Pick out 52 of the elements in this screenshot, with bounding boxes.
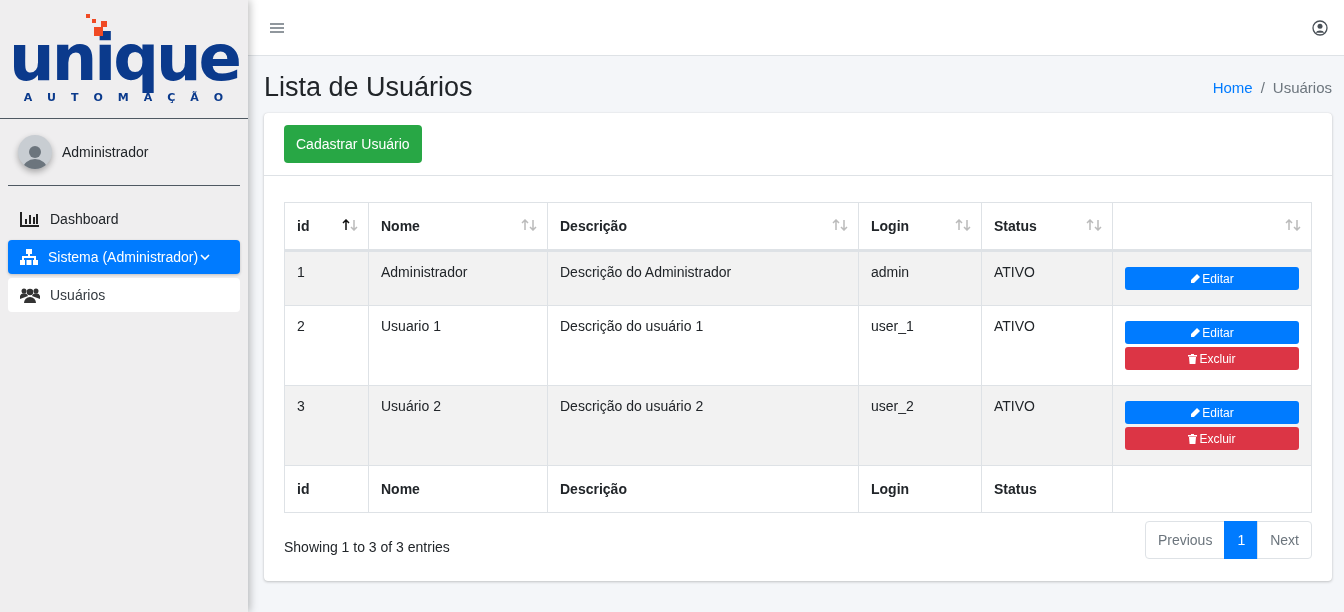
nav-item[interactable]: Dashboard: [8, 202, 240, 236]
table-cell: Descrição do usuário 1: [547, 305, 859, 386]
table-cell: 1: [284, 250, 369, 306]
delete-button[interactable]: Excluir: [1125, 427, 1299, 450]
entries-info: Showing 1 to 3 of 3 entries: [284, 538, 450, 555]
trash-icon: [1188, 433, 1198, 444]
chevron-down-icon: [200, 253, 211, 261]
sitemap-icon: [20, 249, 38, 265]
edit-button[interactable]: Editar: [1125, 321, 1299, 344]
pencil-icon: [1190, 273, 1201, 284]
table-cell: Descrição do Administrador: [547, 250, 859, 306]
table-cell: ATIVO: [981, 305, 1113, 386]
column-footer: Status: [981, 465, 1113, 513]
add-user-button[interactable]: Cadastrar Usuário: [284, 125, 422, 163]
sort-icon[interactable]: [342, 219, 358, 231]
users-icon: [20, 287, 40, 303]
breadcrumb-link[interactable]: Home: [1212, 79, 1253, 96]
table-cell: Administrador: [368, 250, 548, 306]
column-footer: id: [284, 465, 369, 513]
avatar-icon: [18, 135, 52, 169]
column-footer: Nome: [368, 465, 548, 513]
table-cell: user_2: [858, 385, 982, 466]
table-cell: admin: [858, 250, 982, 306]
breadcrumb-current: Usuários: [1272, 79, 1332, 96]
nav-item[interactable]: Sistema (Administrador): [8, 240, 240, 274]
edit-button[interactable]: Editar: [1125, 267, 1299, 290]
table-cell: 2: [284, 305, 369, 386]
trash-icon: [1188, 353, 1198, 364]
table-cell: Descrição do usuário 2: [547, 385, 859, 466]
bar-chart-icon: [20, 211, 40, 227]
table-cell: user_1: [858, 305, 982, 386]
user-icon[interactable]: [1312, 19, 1328, 36]
previous-button[interactable]: Previous: [1144, 521, 1226, 559]
menu-icon[interactable]: [270, 21, 284, 34]
page-title: Lista de Usuários: [264, 72, 473, 103]
column-footer: Descrição: [547, 465, 859, 513]
page-button[interactable]: 1: [1224, 521, 1259, 559]
edit-button[interactable]: Editar: [1125, 401, 1299, 424]
column-footer: Login: [858, 465, 982, 513]
table-cell: Usuário 2: [368, 385, 548, 466]
breadcrumb-separator: /: [1260, 79, 1265, 96]
logo-tagline: AUTOMAÇÃO: [23, 91, 239, 103]
delete-button[interactable]: Excluir: [1125, 347, 1299, 370]
pencil-icon: [1190, 407, 1201, 418]
pencil-icon: [1190, 327, 1201, 338]
user-name[interactable]: Administrador: [62, 144, 149, 160]
table-cell: ATIVO: [981, 385, 1113, 466]
table-cell: ATIVO: [981, 250, 1113, 306]
next-button[interactable]: Next: [1257, 521, 1312, 559]
table-cell: 3: [284, 385, 369, 466]
nav-subitem[interactable]: Usuários: [8, 278, 240, 312]
table-cell: Usuario 1: [368, 305, 548, 386]
